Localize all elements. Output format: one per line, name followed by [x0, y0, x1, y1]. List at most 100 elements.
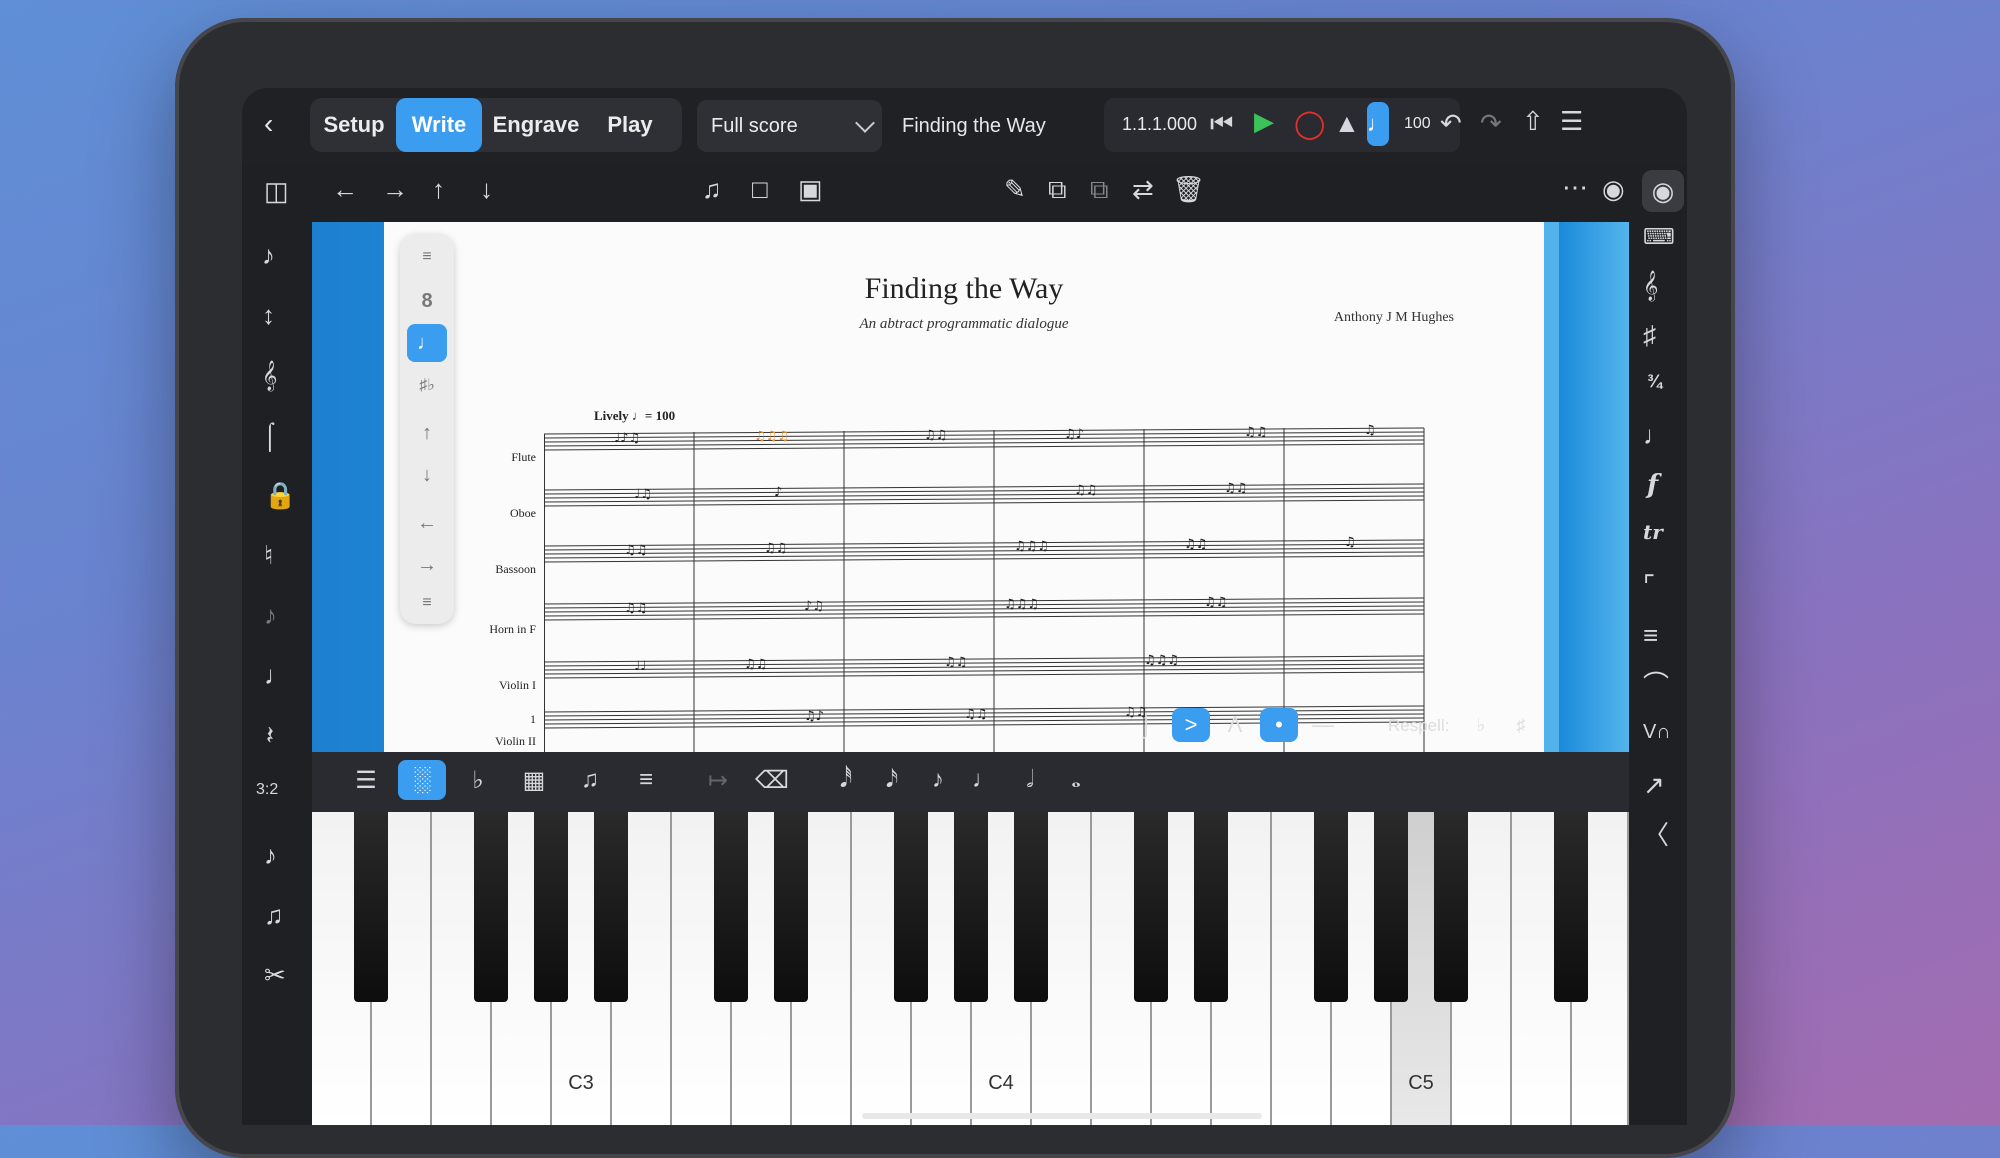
slash-note-icon[interactable]: ♪: [264, 602, 277, 628]
pitch-down-icon[interactable]: ↓: [407, 456, 447, 494]
slur-icon[interactable]: ⌡: [1127, 708, 1165, 742]
arrow-right-icon[interactable]: →: [382, 176, 408, 202]
piano-black-key[interactable]: [594, 812, 628, 1002]
respell-up-icon[interactable]: ♭: [1462, 708, 1500, 742]
lines-icon[interactable]: ⌜: [1643, 572, 1655, 598]
record-icon[interactable]: ◯: [1294, 110, 1325, 138]
undo-icon[interactable]: ↶: [1440, 110, 1462, 136]
more-icon[interactable]: ⋯: [1562, 174, 1588, 200]
piano-black-key[interactable]: [1374, 812, 1408, 1002]
step-advance-icon[interactable]: ↦: [694, 760, 742, 800]
fermata-icon[interactable]: ⌒: [1643, 672, 1669, 698]
select-add-icon[interactable]: □: [752, 176, 768, 202]
arrow-diagonal-icon[interactable]: ↗: [1643, 772, 1665, 798]
drum-pads-icon[interactable]: ▦: [510, 760, 558, 800]
grace-slash-icon[interactable]: ♪: [264, 842, 277, 868]
delete-icon[interactable]: 🗑: [1172, 176, 1205, 202]
respell-down-icon[interactable]: ♯: [1502, 708, 1540, 742]
piano-keyboard-icon[interactable]: ░: [398, 760, 446, 800]
lock-icon[interactable]: 🔒: [264, 482, 296, 508]
clef-icon[interactable]: 𝄞: [1643, 272, 1658, 298]
move-left-icon[interactable]: ←: [407, 504, 447, 542]
mode-engrave[interactable]: Engrave: [486, 98, 586, 152]
eye-icon[interactable]: ◉: [1602, 176, 1625, 202]
marcato-icon[interactable]: Λ: [1216, 708, 1254, 742]
metronome-icon[interactable]: ▲: [1334, 110, 1360, 136]
pitch-up-icon[interactable]: ↑: [407, 414, 447, 452]
tempo-value[interactable]: 100: [1404, 116, 1431, 132]
lengthen-icon[interactable]: ≡: [407, 584, 447, 622]
arrow-left-icon[interactable]: ←: [332, 176, 358, 202]
piano-black-key[interactable]: [354, 812, 388, 1002]
note-value-quarter[interactable]: ♩: [960, 760, 1008, 800]
piano-black-key[interactable]: [1554, 812, 1588, 1002]
note-value-32[interactable]: 𝅘𝅥𝅯: [868, 760, 916, 800]
swap-icon[interactable]: ⇄: [1132, 176, 1154, 202]
paste-special-icon[interactable]: ✎: [1004, 176, 1026, 202]
comment-icon[interactable]: 〈: [1643, 822, 1669, 848]
tie-tool-icon[interactable]: ⌠: [262, 422, 278, 448]
layout-selector[interactable]: Full score: [697, 100, 882, 152]
bowing-icon[interactable]: V∩: [1643, 722, 1671, 742]
piano-black-key[interactable]: [1014, 812, 1048, 1002]
note-value-8th[interactable]: ♪: [914, 760, 962, 800]
select-more-icon[interactable]: ▣: [798, 176, 823, 202]
share-icon[interactable]: ⇧: [1522, 108, 1544, 134]
octave-button[interactable]: 8: [407, 282, 447, 320]
list-icon[interactable]: ☰: [342, 760, 390, 800]
piano-keyboard[interactable]: C3 C4 C5: [312, 812, 1629, 1125]
insert-note-icon[interactable]: ↕: [262, 302, 275, 328]
tuplet-icon[interactable]: 3:2: [256, 782, 278, 798]
dotted-note-icon[interactable]: ♩: [264, 662, 290, 688]
piano-black-key[interactable]: [534, 812, 568, 1002]
mode-play[interactable]: Play: [590, 98, 670, 152]
palette-icon[interactable]: ◉: [1642, 170, 1684, 212]
piano-black-key[interactable]: [774, 812, 808, 1002]
paste-icon[interactable]: ⧉: [1090, 176, 1109, 202]
popover-handle-icon[interactable]: ≡: [407, 238, 447, 276]
piano-black-key[interactable]: [474, 812, 508, 1002]
piano-black-key[interactable]: [894, 812, 928, 1002]
piano-black-key[interactable]: [1434, 812, 1468, 1002]
menu-icon[interactable]: ☰: [1560, 108, 1583, 134]
grace-note-icon[interactable]: ♮: [264, 542, 273, 568]
rest-icon[interactable]: 𝄽: [266, 722, 274, 748]
backspace-icon[interactable]: ⌫: [748, 760, 796, 800]
position-readout[interactable]: 1.1.1.000: [1122, 115, 1197, 133]
panel-toggle-icon[interactable]: ◫: [264, 178, 289, 204]
tenuto-icon[interactable]: —: [1304, 708, 1342, 742]
duration-button[interactable]: ♩: [407, 324, 447, 362]
redo-icon[interactable]: ↷: [1480, 110, 1502, 136]
piano-black-key[interactable]: [954, 812, 988, 1002]
keyboard-icon[interactable]: ⌨: [1643, 226, 1675, 248]
note-value-whole[interactable]: 𝅝: [1052, 760, 1100, 800]
piano-black-key[interactable]: [714, 812, 748, 1002]
guitar-icon[interactable]: ♭: [454, 760, 502, 800]
tempo-icon[interactable]: ♩: [1643, 422, 1669, 448]
back-icon[interactable]: ‹: [264, 110, 273, 138]
time-signature-icon[interactable]: ¾: [1647, 372, 1662, 390]
chord-list-icon[interactable]: ≡: [622, 760, 670, 800]
note-input-icon[interactable]: ♫: [702, 176, 722, 202]
mode-setup[interactable]: Setup: [314, 98, 394, 152]
note-value-half[interactable]: 𝅗𝅥: [1006, 760, 1054, 800]
voice-icon[interactable]: ♫: [264, 902, 284, 928]
score-view[interactable]: Finding the Way An abtract programmatic …: [312, 222, 1629, 779]
arrow-up-icon[interactable]: ↑: [432, 176, 445, 202]
note-value-64[interactable]: 𝅘𝅥𝅰: [822, 760, 870, 800]
tempo-mode-icon[interactable]: ♩: [1367, 102, 1389, 146]
scissors-icon[interactable]: ✂: [264, 962, 286, 988]
ornaments-icon[interactable]: tr: [1643, 522, 1663, 542]
rewind-to-start-icon[interactable]: ⏮: [1210, 110, 1233, 136]
score-page[interactable]: Finding the Way An abtract programmatic …: [384, 222, 1544, 779]
repeats-icon[interactable]: ≡: [1643, 622, 1658, 648]
arrow-down-icon[interactable]: ↓: [480, 176, 493, 202]
accidental-button[interactable]: ♯♭: [407, 366, 447, 404]
accent-icon[interactable]: >: [1172, 708, 1210, 742]
copy-icon[interactable]: ⧉: [1048, 176, 1067, 202]
add-note-icon[interactable]: ♪: [262, 242, 275, 268]
home-indicator[interactable]: [862, 1113, 1262, 1119]
piano-black-key[interactable]: [1134, 812, 1168, 1002]
move-right-icon[interactable]: →: [407, 546, 447, 584]
mode-write[interactable]: Write: [396, 98, 482, 152]
